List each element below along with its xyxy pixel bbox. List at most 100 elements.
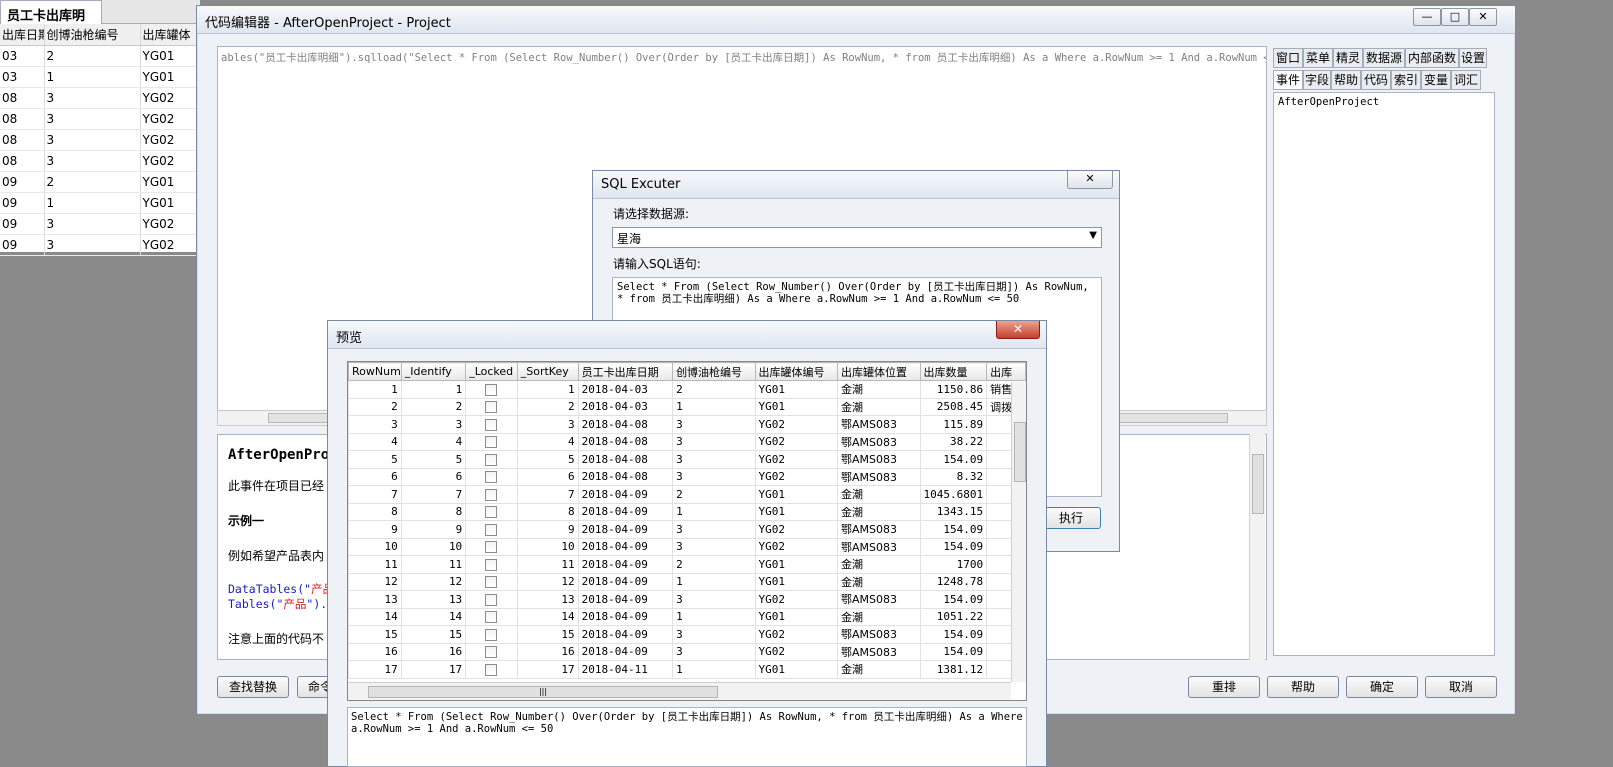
table-cell[interactable]: 3	[44, 150, 141, 172]
column-header[interactable]: 出库罐体位置	[837, 362, 921, 381]
table-cell[interactable]: 2	[672, 380, 756, 399]
tab-2[interactable]: 菜单	[1303, 48, 1333, 68]
tab-4[interactable]: 数据源	[1363, 48, 1405, 68]
locked-cell[interactable]	[465, 520, 518, 539]
table-cell[interactable]: 154.09	[919, 590, 988, 609]
table-cell[interactable]: YG02	[754, 590, 839, 609]
table-cell[interactable]: 3	[44, 108, 141, 130]
table-cell[interactable]: 2018-04-08	[577, 432, 674, 451]
table-cell[interactable]: 7	[400, 485, 467, 504]
table-cell[interactable]: YG01	[140, 66, 201, 88]
tab-3[interactable]: 帮助	[1331, 70, 1361, 90]
table-cell[interactable]: 3	[672, 537, 756, 556]
table-cell[interactable]: 12	[400, 572, 467, 591]
checkbox[interactable]	[485, 436, 498, 449]
table-cell[interactable]: YG01	[754, 502, 839, 521]
checkbox[interactable]	[485, 453, 498, 466]
scrollbar-thumb[interactable]: |||	[368, 686, 718, 698]
table-cell[interactable]: 08	[0, 108, 45, 130]
checkbox[interactable]	[485, 523, 498, 536]
table-cell[interactable]: 11	[516, 555, 579, 574]
table-cell[interactable]: 2018-04-09	[577, 572, 674, 591]
table-cell[interactable]: 17	[400, 660, 467, 679]
table-cell[interactable]: 9	[516, 520, 579, 539]
reorder-button[interactable]: 重排	[1188, 676, 1260, 698]
table-cell[interactable]: YG02	[140, 234, 201, 256]
locked-cell[interactable]	[465, 415, 518, 434]
locked-cell[interactable]	[465, 467, 518, 486]
table-cell[interactable]: 03	[0, 66, 45, 88]
table-cell[interactable]: 154.09	[919, 642, 988, 661]
checkbox[interactable]	[485, 506, 498, 519]
table-row[interactable]: 4 4 4 2018-04-08 3 YG02 鄂AMS083 38.22	[348, 432, 1026, 451]
table-cell[interactable]: 6	[400, 467, 467, 486]
table-cell[interactable]: YG02	[140, 108, 201, 130]
table-cell[interactable]: 1248.78	[919, 572, 988, 591]
table-cell[interactable]: 1150.86	[919, 380, 988, 399]
checkbox[interactable]	[485, 663, 498, 676]
preview-sql-text[interactable]: Select * From (Select Row_Number() Over(…	[347, 707, 1027, 767]
table-cell[interactable]: YG02	[754, 537, 839, 556]
table-cell[interactable]: 2018-04-09	[577, 555, 674, 574]
table-cell[interactable]: YG01	[140, 192, 201, 214]
checkbox[interactable]	[485, 611, 498, 624]
table-row[interactable]: 09 1 YG01	[0, 192, 201, 214]
table-cell[interactable]: YG02	[140, 150, 201, 172]
column-header[interactable]: 出库罐体	[140, 24, 201, 46]
maximize-button[interactable]: □	[1441, 8, 1469, 26]
ok-button[interactable]: 确定	[1346, 676, 1418, 698]
column-header[interactable]: 创博油枪编号	[44, 24, 141, 46]
table-cell[interactable]: 金潮	[837, 555, 921, 574]
column-header[interactable]: 出库日期	[0, 24, 45, 46]
table-row[interactable]: 2 2 2 2018-04-03 1 YG01 金潮 2508.45 调拨	[348, 397, 1026, 416]
table-cell[interactable]: 1	[672, 502, 756, 521]
locked-cell[interactable]	[465, 642, 518, 661]
locked-cell[interactable]	[465, 660, 518, 679]
table-cell[interactable]: YG02	[754, 642, 839, 661]
table-cell[interactable]: 鄂AMS083	[837, 625, 921, 644]
table-cell[interactable]: 3	[672, 432, 756, 451]
table-cell[interactable]: YG02	[754, 520, 839, 539]
table-cell[interactable]: YG01	[754, 380, 839, 399]
checkbox[interactable]	[485, 418, 498, 431]
tab-7[interactable]: 词汇	[1451, 70, 1481, 90]
locked-cell[interactable]	[465, 590, 518, 609]
table-cell[interactable]: 1	[672, 607, 756, 626]
locked-cell[interactable]	[465, 625, 518, 644]
table-cell[interactable]: 13	[516, 590, 579, 609]
execute-button[interactable]: 执行	[1041, 507, 1101, 529]
table-cell[interactable]: 1	[672, 572, 756, 591]
table-row[interactable]: 5 5 5 2018-04-08 3 YG02 鄂AMS083 154.09	[348, 450, 1026, 469]
table-cell[interactable]: 16	[400, 642, 467, 661]
table-row[interactable]: 08 3 YG02	[0, 87, 201, 109]
table-cell[interactable]: YG02	[754, 415, 839, 434]
column-header[interactable]: 员工卡出库日期	[577, 362, 674, 381]
table-row[interactable]: 17 17 17 2018-04-11 1 YG01 金潮 1381.12	[348, 660, 1026, 679]
table-cell[interactable]: 5	[516, 450, 579, 469]
table-cell[interactable]: 2018-04-09	[577, 520, 674, 539]
table-row[interactable]: 7 7 7 2018-04-09 2 YG01 金潮 1045.6801	[348, 485, 1026, 504]
table-cell[interactable]: 7	[516, 485, 579, 504]
table-cell[interactable]: 2	[516, 397, 579, 416]
table-cell[interactable]: 154.09	[919, 520, 988, 539]
locked-cell[interactable]	[465, 502, 518, 521]
column-header[interactable]: _Locked	[465, 362, 518, 381]
table-cell[interactable]: YG02	[140, 87, 201, 109]
table-cell[interactable]: 1045.6801	[919, 485, 988, 504]
table-cell[interactable]: 15	[348, 625, 402, 644]
table-cell[interactable]: 2018-04-09	[577, 485, 674, 504]
table-cell[interactable]: 2018-04-09	[577, 590, 674, 609]
table-cell[interactable]: YG01	[140, 45, 201, 67]
checkbox[interactable]	[485, 471, 498, 484]
table-cell[interactable]: YG02	[754, 625, 839, 644]
table-cell[interactable]: 2018-04-08	[577, 415, 674, 434]
table-cell[interactable]: 2018-04-03	[577, 380, 674, 399]
tab-3[interactable]: 精灵	[1333, 48, 1363, 68]
checkbox[interactable]	[485, 558, 498, 571]
table-cell[interactable]: 14	[516, 607, 579, 626]
tab-4[interactable]: 代码	[1361, 70, 1391, 90]
table-cell[interactable]: YG01	[754, 485, 839, 504]
tab-1[interactable]: 窗口	[1273, 48, 1303, 68]
table-cell[interactable]: 2018-04-09	[577, 625, 674, 644]
table-cell[interactable]: 1343.15	[919, 502, 988, 521]
